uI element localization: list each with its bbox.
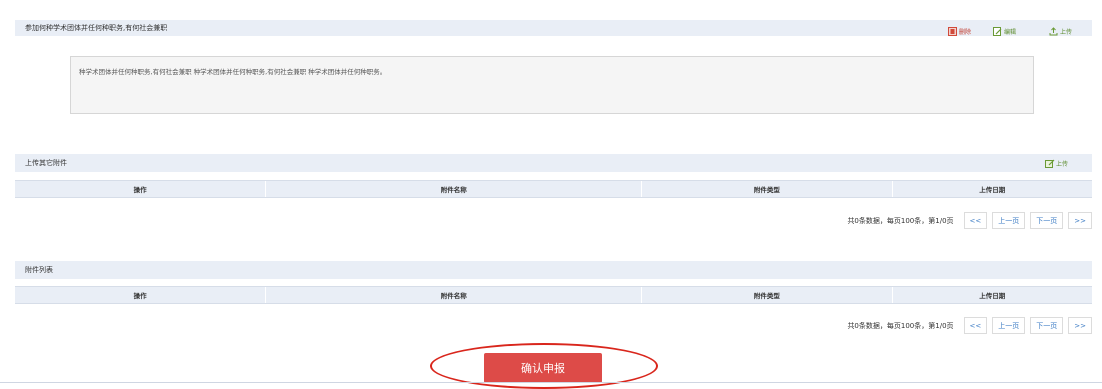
- attachments-table-header: 操作 附件名称 附件类型 上传日期: [15, 180, 1092, 197]
- next-page-button[interactable]: 下一页: [1030, 212, 1064, 229]
- edit-label: 编辑: [1004, 28, 1017, 36]
- upload-button[interactable]: 上传: [1049, 25, 1072, 37]
- section-title: 上传其它附件: [25, 159, 67, 167]
- col-type[interactable]: 附件类型: [642, 181, 893, 197]
- confirm-submit-button[interactable]: 确认申报: [484, 353, 602, 383]
- col-type[interactable]: 附件类型: [642, 287, 893, 303]
- table-divider: [15, 197, 1092, 198]
- upload-label: 上传: [1056, 160, 1069, 168]
- upload-edit-icon: [1045, 159, 1055, 168]
- section-header-attachment-list: 附件列表: [15, 261, 1092, 279]
- col-name[interactable]: 附件名称: [266, 181, 643, 197]
- upload-attachment-button[interactable]: 上传: [1045, 157, 1068, 169]
- edit-button[interactable]: 编辑: [993, 25, 1016, 37]
- first-page-button[interactable]: <<: [963, 317, 988, 334]
- upload-icon: [1049, 26, 1058, 36]
- pagination-info: 共0条数据，每页100条，第1/0页: [847, 321, 954, 330]
- attachment-list-table-header: 操作 附件名称 附件类型 上传日期: [15, 286, 1092, 303]
- delete-icon: [948, 26, 957, 36]
- pagination: 共0条数据，每页100条，第1/0页 << 上一页 下一页 >>: [847, 212, 1092, 229]
- next-page-button[interactable]: 下一页: [1030, 317, 1064, 334]
- col-date[interactable]: 上传日期: [893, 287, 1092, 303]
- pagination-info: 共0条数据，每页100条，第1/0页: [847, 216, 954, 225]
- last-page-button[interactable]: >>: [1068, 317, 1092, 334]
- first-page-button[interactable]: <<: [963, 212, 988, 229]
- last-page-button[interactable]: >>: [1068, 212, 1092, 229]
- delete-button[interactable]: 删除: [948, 25, 971, 37]
- col-action[interactable]: 操作: [15, 287, 267, 303]
- col-action[interactable]: 操作: [15, 181, 267, 197]
- membership-text: 种学术团体并任何种职务,有何社会兼职 种学术团体并任何种职务,有何社会兼职 种学…: [79, 68, 387, 76]
- prev-page-button[interactable]: 上一页: [992, 317, 1026, 334]
- section-title: 附件列表: [25, 266, 53, 274]
- delete-label: 删除: [959, 28, 972, 36]
- section-header-other-attachments: 上传其它附件 上传: [15, 154, 1092, 172]
- col-date[interactable]: 上传日期: [893, 181, 1092, 197]
- bottom-divider: [0, 382, 1102, 383]
- col-name[interactable]: 附件名称: [266, 287, 643, 303]
- membership-textbox[interactable]: 种学术团体并任何种职务,有何社会兼职 种学术团体并任何种职务,有何社会兼职 种学…: [70, 56, 1034, 114]
- section-header-memberships: 参加何种学术团体并任何种职务,有何社会兼职 删除 编辑 上传: [15, 20, 1092, 36]
- pagination: 共0条数据，每页100条，第1/0页 << 上一页 下一页 >>: [847, 317, 1092, 334]
- edit-icon: [993, 26, 1002, 36]
- table-divider: [15, 303, 1092, 304]
- upload-label: 上传: [1060, 28, 1073, 36]
- section-title: 参加何种学术团体并任何种职务,有何社会兼职: [25, 24, 168, 32]
- prev-page-button[interactable]: 上一页: [992, 212, 1026, 229]
